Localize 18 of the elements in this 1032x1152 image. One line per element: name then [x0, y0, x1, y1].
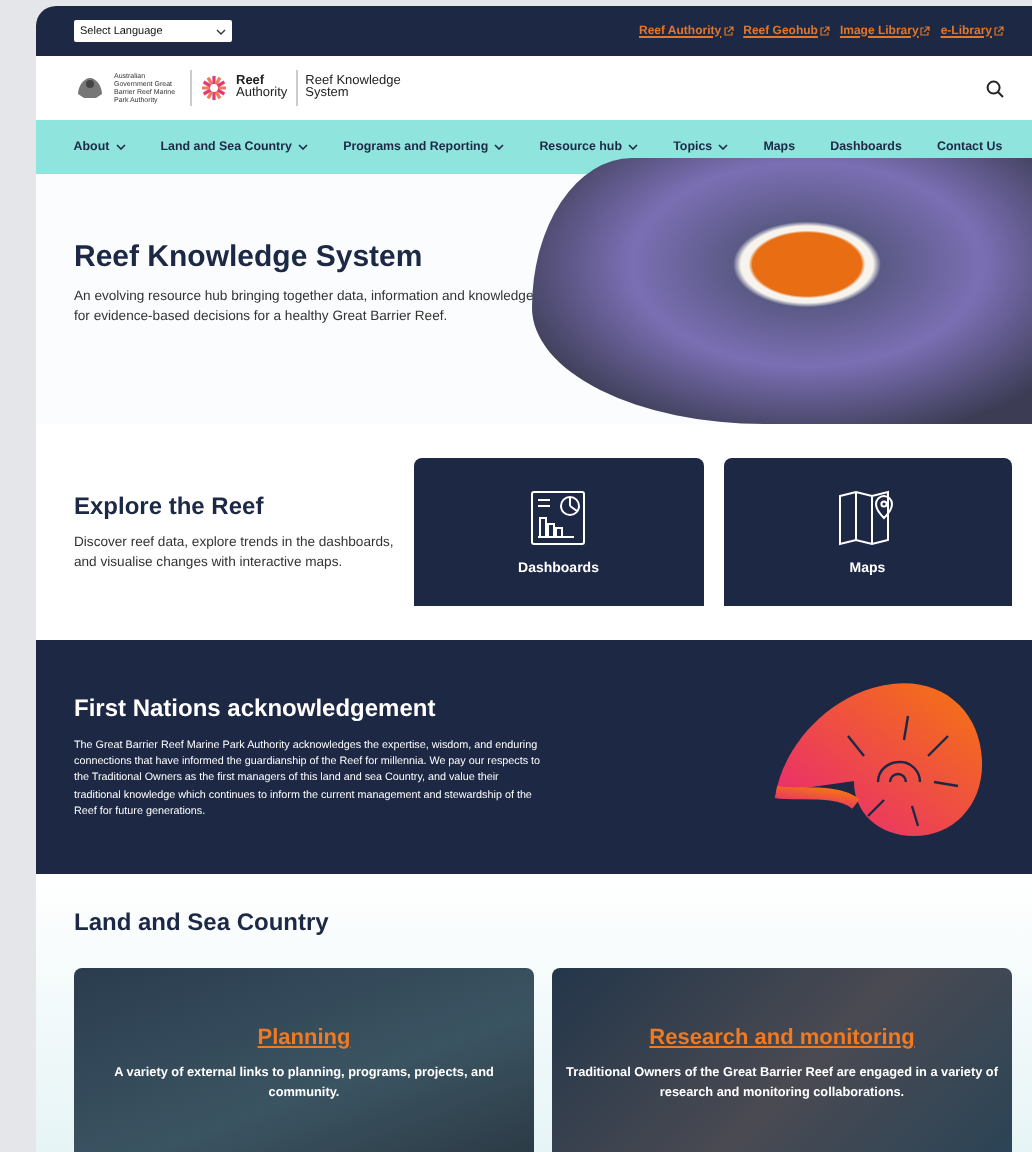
map-icon [837, 489, 898, 545]
caret-icon [216, 27, 226, 35]
chevron-down-icon [627, 144, 638, 150]
external-link-icon [920, 26, 931, 36]
chevron-down-icon [297, 144, 308, 150]
chevron-down-icon [718, 144, 729, 150]
chevron-down-icon [494, 144, 505, 150]
external-link-icon [994, 26, 1004, 36]
section-title: First Nations acknowledgement [74, 694, 438, 723]
hero-title: Reef Knowledge System [74, 240, 425, 274]
section-title: Explore the Reef [74, 491, 266, 520]
dashboard-icon [530, 489, 587, 545]
section-title: Land and Sea Country [74, 908, 331, 936]
reef-logo-icon [200, 74, 228, 102]
search-icon[interactable] [986, 79, 1004, 97]
external-link-icon [819, 26, 830, 36]
chevron-down-icon [115, 144, 126, 150]
external-link-icon [723, 26, 734, 36]
